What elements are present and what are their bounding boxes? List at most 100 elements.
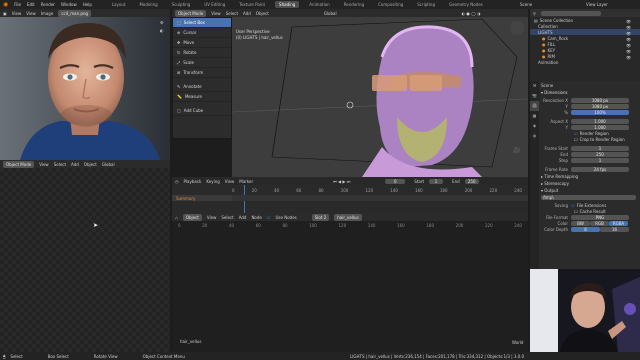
tab-geometry-nodes[interactable]: Geometry Nodes [445,1,487,8]
object-mode-dropdown[interactable]: Object Mode [3,160,35,168]
viewport-select-menu[interactable]: Select [226,11,238,16]
tool-select-box[interactable]: ⬚ Select Box [173,18,231,28]
menu-render[interactable]: Render [41,2,55,7]
node-editor-area[interactable]: 0 20 40 60 80 100 120 140 160 180 200 220 240 hair_v… [172,221,528,352]
menu-file[interactable]: File [14,2,21,7]
node-node-menu[interactable]: Node [251,215,261,220]
current-frame-field[interactable]: 0 [385,178,406,184]
color-bw-button[interactable]: BW [571,220,590,226]
scene-selector[interactable]: Scene [520,2,532,7]
tool-move[interactable]: ✥ Move [173,38,231,48]
dimensions-header[interactable]: ▾ Dimensions [541,90,638,97]
render-region-checkbox[interactable]: ☑ [574,131,578,136]
left-select-menu[interactable]: Select [54,162,66,167]
aspect-y-field[interactable]: 1.000 [571,124,629,130]
tab-rendering[interactable]: Rendering [340,1,368,8]
viewport-add-menu[interactable]: Add [243,11,251,16]
frame-end-field[interactable]: 250 [571,151,629,157]
depth-8-button[interactable]: 8 [571,226,600,232]
tool-tab-icon[interactable]: ⚒ [530,81,539,91]
tab-sculpting[interactable]: Sculpting [168,1,195,8]
resolution-percent-field[interactable]: 100% [571,109,629,115]
tool-measure[interactable]: 📏 Measure [173,92,231,102]
navigation-gizmo[interactable] [510,21,524,35]
tab-texture-paint[interactable]: Texture Paint [235,1,269,8]
start-frame-field[interactable]: 1 [429,178,444,184]
slot-dropdown[interactable]: Slot 2 [311,213,330,221]
tool-transform[interactable]: ⊞ Transform [173,68,231,78]
left-add-menu[interactable]: Add [71,162,79,167]
timeline-area[interactable]: 0 20 40 60 80 100 120 140 160 180 200 220 240 Summar… [172,185,528,213]
node-select-menu[interactable]: Select [221,215,233,220]
camera-view-icon[interactable]: 🎥 [513,147,520,154]
tool-scale[interactable]: ⤢ Scale [173,58,231,68]
viewport-mode-dropdown[interactable]: Object Mode [175,9,207,17]
timeline-type-icon[interactable]: ◷ [175,179,179,184]
scene-tab-icon[interactable]: ◈ [530,121,539,131]
color-rgb-button[interactable]: RGB [590,220,609,226]
depth-16-button[interactable]: 16 [600,226,629,232]
file-format-dropdown[interactable]: PNG [571,214,629,220]
tab-animation[interactable]: Animation [305,1,333,8]
image-editor-image-menu[interactable]: Image [41,11,54,16]
node-view-menu[interactable]: View [207,215,217,220]
tool-add-cube[interactable]: ▢ Add Cube [173,106,231,116]
stereoscopy-header[interactable]: ▸ Stereoscopy [541,181,638,188]
output-tab-icon[interactable]: 🖨 [530,101,539,111]
menu-help[interactable]: Help [83,2,92,7]
output-header[interactable]: ▾ Output [541,188,638,195]
output-path-field[interactable]: /tmp\ [541,195,636,200]
node-object-dropdown[interactable]: Object [182,213,202,221]
tab-shading[interactable]: Shading [275,1,300,8]
time-remapping-header[interactable]: ▸ Time Remapping [541,174,638,181]
frame-step-field[interactable]: 1 [571,157,629,163]
cache-result-checkbox[interactable]: ☐ [574,209,578,214]
blender-logo-icon[interactable]: ◉ [3,1,8,8]
tab-scripting[interactable]: Scripting [413,1,439,8]
timeline-view-menu[interactable]: View [225,179,235,184]
visibility-eye-icons[interactable]: 👁 👁 👁 👁 👁 👁 👁 [626,19,631,61]
tool-cursor[interactable]: ⊕ Cursor [173,28,231,38]
viewport-view-menu[interactable]: View [211,11,221,16]
image-settings-icon[interactable]: ⚙ [160,20,168,25]
3d-viewport[interactable]: User Perspective (0) LIGHTS | hair_vellu… [232,17,528,177]
image-name-field[interactable]: cc4_man.png [58,9,92,17]
end-frame-field[interactable]: 250 [464,178,479,184]
left-view-menu[interactable]: View [39,162,49,167]
render-tab-icon[interactable]: 📷 [530,91,539,101]
tab-uv-editing[interactable]: UV Editing [200,1,229,8]
aspect-x-field[interactable]: 1.000 [571,118,629,124]
playback-menu[interactable]: Playback [184,179,202,184]
tool-rotate[interactable]: ↻ Rotate [173,48,231,58]
material-field[interactable]: hair_vellus [334,213,362,221]
node-editor-type-icon[interactable]: ⛬ [175,215,178,220]
frame-start-field[interactable]: 1 [571,145,629,151]
tab-modeling[interactable]: Modeling [135,1,161,8]
view-layer-selector[interactable]: View Layer [586,2,608,7]
left-object-menu[interactable]: Object [84,162,97,167]
resolution-y-field[interactable]: 1080 px [571,103,629,109]
orientation-dropdown[interactable]: Global [324,11,337,16]
image-view-icon[interactable]: ◐ [160,28,168,33]
outliner-search-field[interactable] [540,10,601,16]
playback-controls[interactable]: ⏮ ◀ ▶ ⏭ [333,179,350,184]
marker-menu[interactable]: Marker [239,179,253,184]
viewport-shading-icons[interactable]: ◐ ● ◯ ◑ [462,11,481,16]
use-nodes-checkbox[interactable]: ☑ [267,215,271,220]
view-layer-tab-icon[interactable]: ▦ [530,111,539,121]
resolution-x-field[interactable]: 1080 px [571,97,629,103]
menu-edit[interactable]: Edit [27,2,35,7]
file-ext-checkbox[interactable]: ☑ [571,203,575,208]
world-tab-icon[interactable]: ◍ [530,131,539,141]
left-global-dropdown[interactable]: Global [102,162,115,167]
menu-window[interactable]: Window [61,2,77,7]
outliner-row-animation[interactable]: Animation [530,59,640,65]
image-editor-view-menu[interactable]: View [12,11,22,16]
crop-region-checkbox[interactable]: ☐ [574,137,578,142]
frame-rate-dropdown[interactable]: 24 fps [571,166,629,172]
tool-annotate[interactable]: ✎ Annotate [173,82,231,92]
node-add-menu[interactable]: Add [239,215,247,220]
left-empty-area[interactable]: ➤ [0,168,170,352]
outliner-filter-icon[interactable]: ⚲ [533,11,536,16]
tab-layout[interactable]: Layout [108,1,130,8]
